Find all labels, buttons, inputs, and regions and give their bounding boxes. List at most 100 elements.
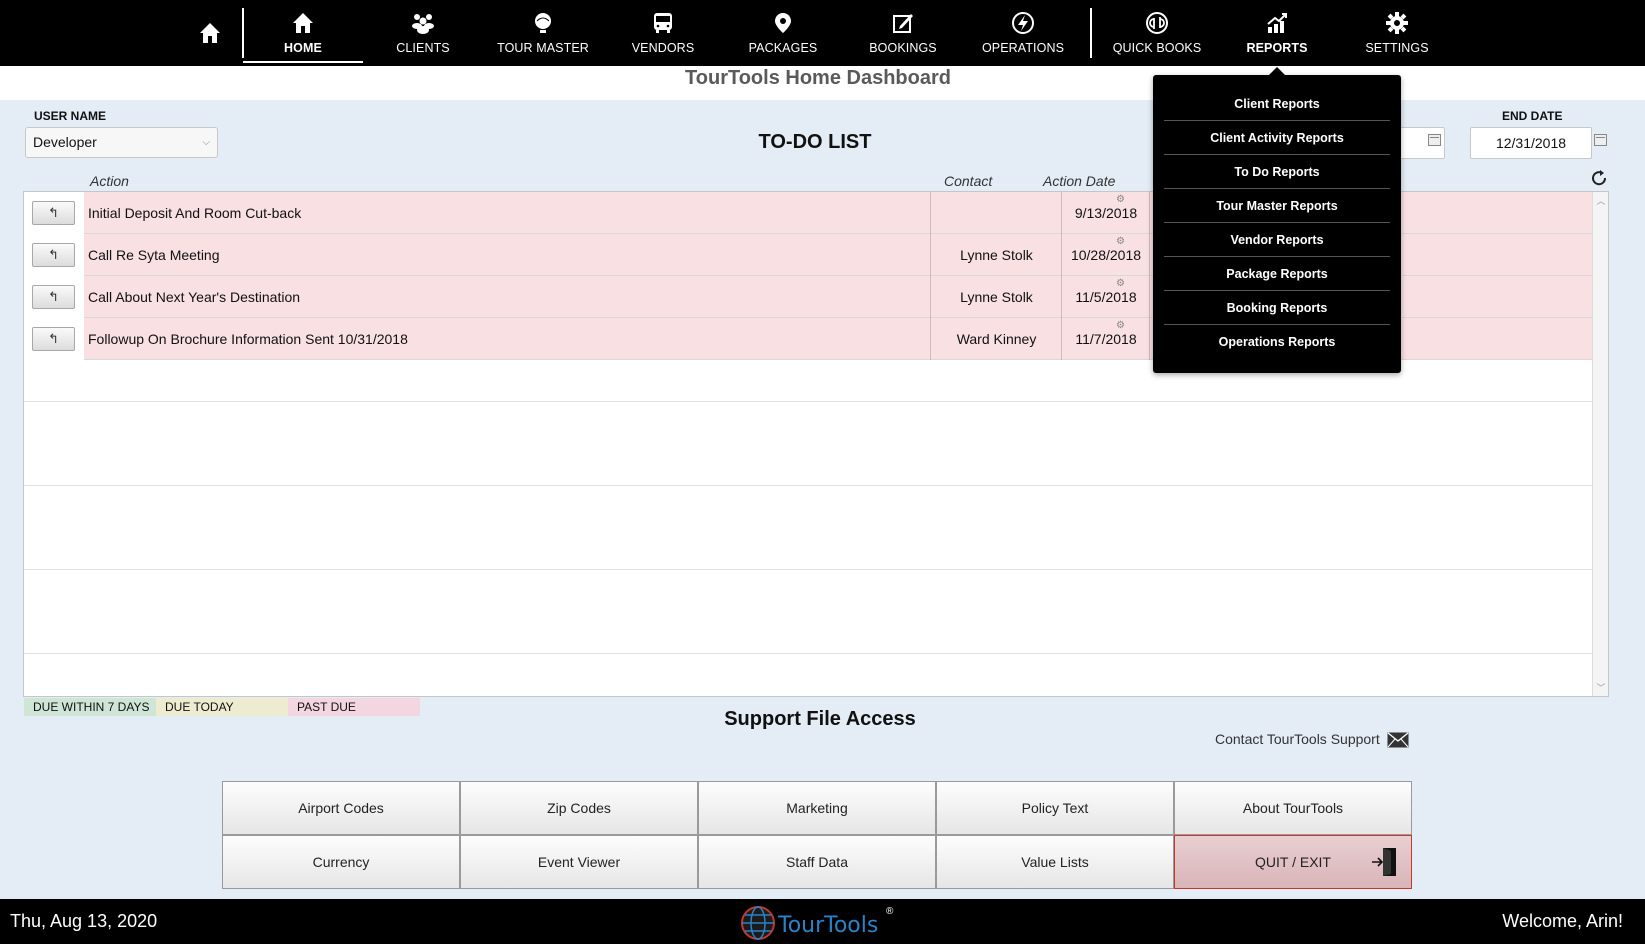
marketing-button[interactable]: Marketing: [698, 781, 936, 835]
menu-item-vendor-reports[interactable]: Vendor Reports: [1164, 223, 1390, 257]
nav-reports-label: REPORTS: [1246, 41, 1308, 55]
home-icon: [200, 23, 220, 43]
menu-item-booking-reports[interactable]: Booking Reports: [1164, 291, 1390, 325]
about-tourtools-button[interactable]: About TourTools: [1174, 781, 1412, 835]
menu-item-client-reports[interactable]: Client Reports: [1164, 87, 1390, 121]
empty-row: [24, 402, 1592, 486]
footer-date: Thu, Aug 13, 2020: [10, 911, 158, 931]
row-action: Followup On Brochure Information Sent 10…: [87, 318, 931, 360]
refresh-icon[interactable]: [1590, 169, 1608, 187]
gear-icon[interactable]: ⚙: [1116, 279, 1125, 289]
event-viewer-button[interactable]: Event Viewer: [460, 835, 698, 889]
table-scrollbar[interactable]: ︿ ﹀: [1592, 192, 1608, 696]
end-date-value: 12/31/2018: [1495, 135, 1567, 151]
scroll-down-icon[interactable]: ﹀: [1593, 681, 1609, 694]
menu-item-operations-reports[interactable]: Operations Reports: [1164, 325, 1390, 359]
edit-icon: [893, 14, 913, 33]
gear-icon[interactable]: ⚙: [1116, 195, 1125, 205]
value-lists-button[interactable]: Value Lists: [936, 835, 1174, 889]
row-action: Call About Next Year's Destination: [87, 276, 931, 318]
nav-separator: [1090, 8, 1092, 58]
column-header-action: Action: [90, 173, 129, 189]
nav-clients[interactable]: CLIENTS: [363, 0, 483, 66]
nav-home[interactable]: HOME: [243, 0, 363, 66]
calendar-icon[interactable]: [1428, 134, 1441, 146]
scroll-up-icon[interactable]: ︿: [1593, 194, 1609, 207]
nav-quick-books[interactable]: QUICK BOOKS: [1097, 0, 1217, 66]
user-name-select[interactable]: Developer ⌵: [25, 127, 218, 158]
row-date: 9/13/2018: [1063, 192, 1150, 234]
home-shortcut-button[interactable]: [190, 0, 230, 66]
row-contact: Lynne Stolk: [932, 276, 1062, 318]
nav-tour-master[interactable]: TOUR MASTER: [483, 0, 603, 66]
menu-item-client-activity-reports[interactable]: Client Activity Reports: [1164, 121, 1390, 155]
row-action: Initial Deposit And Room Cut-back: [87, 192, 931, 234]
currency-button[interactable]: Currency: [222, 835, 460, 889]
user-name-label: USER NAME: [34, 109, 107, 123]
menu-item-package-reports[interactable]: Package Reports: [1164, 257, 1390, 291]
menu-item-to-do-reports[interactable]: To Do Reports: [1164, 155, 1390, 189]
empty-row: [24, 486, 1592, 570]
nav-tour-master-label: TOUR MASTER: [497, 41, 589, 55]
calendar-icon[interactable]: [1594, 134, 1607, 146]
menu-item-tour-master-reports[interactable]: Tour Master Reports: [1164, 189, 1390, 223]
lightning-icon: [1012, 12, 1034, 34]
legend-due-today: DUE TODAY: [156, 698, 288, 716]
zip-codes-button[interactable]: Zip Codes: [460, 781, 698, 835]
chevron-down-icon: ⌵: [202, 137, 210, 148]
nav-bookings-label: BOOKINGS: [869, 41, 937, 55]
nav-operations-label: OPERATIONS: [981, 41, 1065, 55]
empty-row: [24, 570, 1592, 654]
todo-title: TO-DO LIST: [758, 131, 872, 153]
row-date: 11/7/2018: [1063, 318, 1150, 360]
clients-icon: [412, 14, 434, 34]
go-to-record-button[interactable]: ↰: [32, 327, 75, 351]
home-icon: [293, 13, 313, 33]
go-to-record-button[interactable]: ↰: [32, 243, 75, 267]
end-date-input[interactable]: 12/31/2018: [1470, 127, 1592, 159]
go-to-record-button[interactable]: ↰: [32, 285, 75, 309]
nav-operations[interactable]: OPERATIONS: [963, 0, 1083, 66]
quit-exit-button[interactable]: QUIT / EXIT: [1174, 835, 1412, 889]
logo-wordmark: TourTools: [778, 913, 879, 938]
nav-vendors-label: VENDORS: [631, 41, 695, 55]
welcome-message: Welcome, Arin!: [1502, 911, 1623, 931]
nav-packages[interactable]: PACKAGES: [723, 0, 843, 66]
legend-past-due: PAST DUE: [288, 698, 420, 716]
nav-vendors[interactable]: VENDORS: [603, 0, 723, 66]
contact-support-link[interactable]: Contact TourTools Support: [1215, 731, 1380, 747]
gear-icon: [1386, 12, 1408, 34]
go-to-record-button[interactable]: ↰: [32, 201, 75, 225]
nav-settings-label: SETTINGS: [1365, 41, 1429, 55]
logo-registered-mark: ®: [886, 906, 894, 917]
gear-icon[interactable]: ⚙: [1116, 321, 1125, 331]
nav-reports[interactable]: REPORTS: [1217, 0, 1337, 66]
location-pin-icon: [775, 13, 791, 33]
row-date: 10/28/2018: [1063, 234, 1150, 276]
nav-settings[interactable]: SETTINGS: [1337, 0, 1457, 66]
policy-text-button[interactable]: Policy Text: [936, 781, 1174, 835]
legend-due-7-days: DUE WITHIN 7 DAYS: [24, 698, 156, 716]
row-date: 11/5/2018: [1063, 276, 1150, 318]
support-title: Support File Access: [724, 708, 916, 730]
nav-quick-books-label: QUICK BOOKS: [1112, 41, 1202, 55]
airport-codes-button[interactable]: Airport Codes: [222, 781, 460, 835]
reports-dropdown-menu: Client Reports Client Activity Reports T…: [1153, 67, 1401, 373]
column-header-action-date: Action Date: [1043, 173, 1116, 189]
bus-icon: [654, 13, 672, 33]
row-contact: Lynne Stolk: [932, 234, 1062, 276]
row-action: Call Re Syta Meeting: [87, 234, 931, 276]
staff-data-button[interactable]: Staff Data: [698, 835, 936, 889]
footer-bar: Thu, Aug 13, 2020 TourTools ® Welcome, A…: [0, 899, 1645, 944]
chart-icon: [1267, 13, 1287, 33]
end-date-label: END DATE: [1502, 109, 1563, 123]
top-nav: HOME CLIENTS TOUR MASTER VENDORS PACKAGE…: [0, 0, 1645, 66]
tourtools-logo: TourTools ®: [740, 903, 900, 943]
mail-icon[interactable]: [1387, 732, 1409, 748]
nav-bookings[interactable]: BOOKINGS: [843, 0, 963, 66]
globe-logo-icon: [741, 906, 775, 940]
gear-icon[interactable]: ⚙: [1116, 237, 1125, 247]
row-contact: Ward Kinney: [932, 318, 1062, 360]
row-contact: [932, 192, 1062, 234]
quickbooks-icon: [1146, 12, 1168, 34]
